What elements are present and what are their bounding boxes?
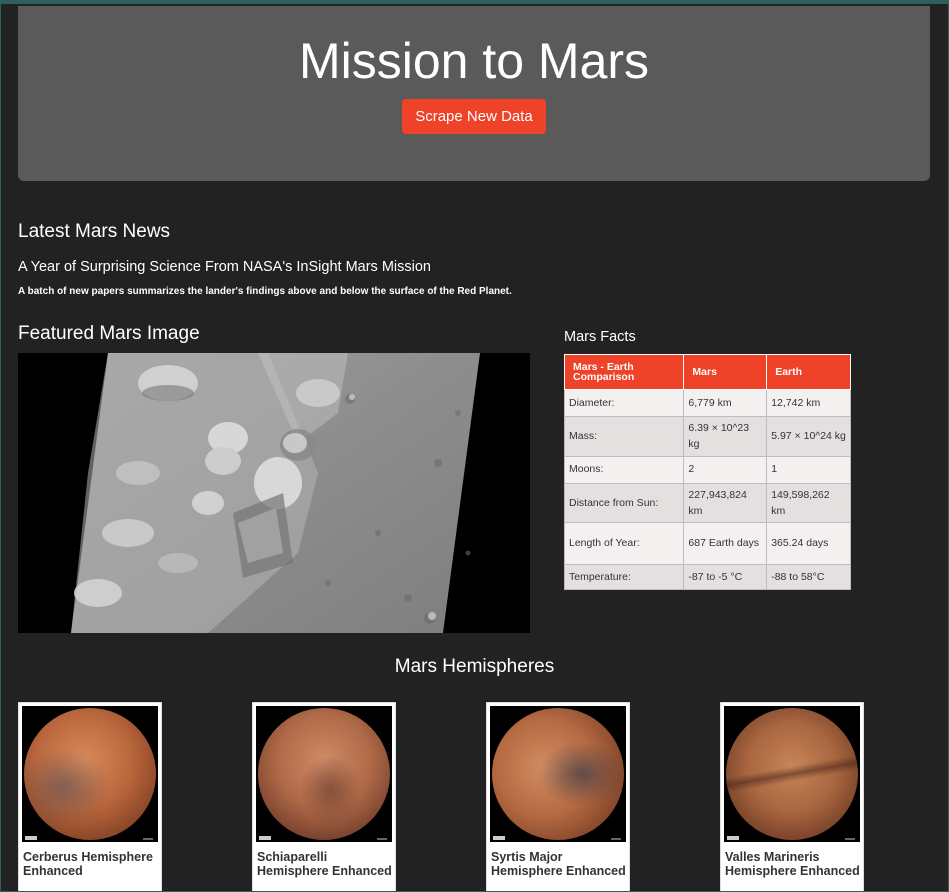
table-cell: 5.97 × 10^24 kg	[766, 416, 851, 457]
table-cell: -87 to -5 °C	[683, 564, 768, 591]
table-row: Diameter: 6,779 km 12,742 km	[563, 389, 851, 417]
column-header: Earth	[766, 354, 851, 390]
table-cell: 6,779 km	[683, 389, 768, 417]
page-title: Mission to Mars	[298, 33, 650, 89]
mars-facts-table: Mars - Earth Comparison Mars Earth Diame…	[563, 354, 851, 591]
table-cell: Moons:	[563, 455, 685, 484]
table-cell: 1	[766, 455, 851, 484]
hemisphere-card-schiaparelli[interactable]: Schiaparelli Hemisphere Enhanced	[252, 702, 396, 892]
table-header-row: Mars - Earth Comparison Mars Earth	[563, 354, 851, 390]
table-cell: Temperature:	[563, 564, 685, 591]
table-row: Moons: 2 1	[563, 455, 851, 484]
mars-facts-heading: Mars Facts	[564, 329, 636, 345]
column-header: Mars - Earth Comparison	[563, 354, 685, 390]
hemisphere-card-valles-marineris[interactable]: Valles Marineris Hemisphere Enhanced	[720, 702, 864, 892]
table-cell: 6.39 × 10^23 kg	[683, 416, 768, 457]
hemisphere-card-cerberus[interactable]: Cerberus Hemisphere Enhanced	[18, 702, 162, 892]
table-row: Length of Year: 687 Earth days 365.24 da…	[563, 522, 851, 566]
table-row: Mass: 6.39 × 10^23 kg 5.97 × 10^24 kg	[563, 416, 851, 457]
featured-image-graphic	[71, 353, 480, 633]
table-cell: 687 Earth days	[683, 522, 768, 566]
hemisphere-title[interactable]: Schiaparelli Hemisphere Enhanced	[256, 850, 392, 878]
hemisphere-title[interactable]: Syrtis Major Hemisphere Enhanced	[490, 850, 626, 878]
hemisphere-title[interactable]: Valles Marineris Hemisphere Enhanced	[724, 850, 860, 878]
hemisphere-card-syrtis-major[interactable]: Syrtis Major Hemisphere Enhanced	[486, 702, 630, 892]
hemisphere-image[interactable]	[724, 706, 860, 842]
hemisphere-image[interactable]	[22, 706, 158, 842]
hemisphere-image[interactable]	[256, 706, 392, 842]
table-cell: 149,598,262 km	[766, 482, 851, 524]
news-paragraph: A batch of new papers summarizes the lan…	[18, 286, 512, 297]
table-row: Distance from Sun: 227,943,824 km 149,59…	[563, 482, 851, 524]
featured-image-heading: Featured Mars Image	[18, 323, 200, 344]
table-cell: Distance from Sun:	[563, 482, 685, 524]
news-heading: Latest Mars News	[18, 221, 171, 242]
table-cell: 227,943,824 km	[683, 482, 768, 524]
table-cell: 2	[683, 455, 768, 484]
jumbotron: Mission to Mars Scrape New Data	[18, 6, 930, 181]
table-cell: Length of Year:	[563, 522, 685, 566]
scrape-new-data-button[interactable]: Scrape New Data	[402, 99, 546, 134]
table-cell: -88 to 58°C	[766, 564, 851, 591]
hemispheres-heading: Mars Hemispheres	[394, 656, 555, 677]
table-cell: Diameter:	[563, 389, 685, 417]
hemisphere-image[interactable]	[490, 706, 626, 842]
table-cell: 365.24 days	[766, 522, 851, 566]
table-cell: Mass:	[563, 416, 685, 457]
table-row: Temperature: -87 to -5 °C -88 to 58°C	[563, 564, 851, 591]
table-cell: 12,742 km	[766, 389, 851, 417]
news-title: A Year of Surprising Science From NASA's…	[18, 259, 431, 275]
featured-mars-image	[18, 353, 530, 633]
hemisphere-title[interactable]: Cerberus Hemisphere Enhanced	[22, 850, 158, 878]
column-header: Mars	[683, 354, 768, 390]
